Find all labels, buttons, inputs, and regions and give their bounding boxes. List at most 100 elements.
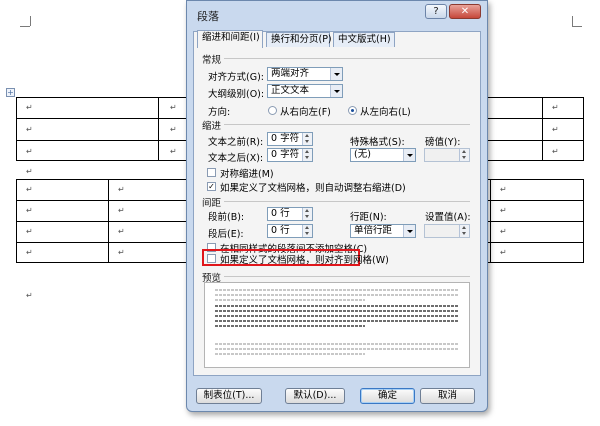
paragraph-mark: ↵ xyxy=(552,147,559,156)
cancel-button[interactable]: 取消 xyxy=(420,388,475,404)
default-button[interactable]: 默认(D)... xyxy=(285,388,345,404)
spin-arrows-icon[interactable] xyxy=(459,225,469,237)
outline-level-value: 正文文本 xyxy=(271,85,310,96)
space-before-value: 0 行 xyxy=(271,208,290,219)
ltr-radio[interactable] xyxy=(348,106,357,115)
line-spacing-label: 行距(N): xyxy=(350,212,387,223)
table-move-handle[interactable]: + xyxy=(6,88,15,97)
paragraph-mark: ↵ xyxy=(118,206,125,215)
alignment-select[interactable]: 两端对齐 xyxy=(267,67,343,81)
measure-spinner[interactable] xyxy=(424,148,470,162)
chevron-down-icon xyxy=(403,149,415,161)
checkmark-icon: ✓ xyxy=(208,182,215,191)
section-divider xyxy=(224,201,470,202)
paragraph-mark: ↵ xyxy=(26,147,33,156)
preview-text-line xyxy=(215,294,459,296)
direction-label: 方向: xyxy=(208,107,231,118)
preview-text-line xyxy=(215,320,459,322)
radio-selected-dot xyxy=(351,109,354,112)
snap-to-grid-checkbox[interactable] xyxy=(207,254,216,263)
ltr-label: 从左向右(L) xyxy=(360,107,411,118)
alignment-value: 两端对齐 xyxy=(271,68,310,79)
section-indentation: 缩进 xyxy=(202,121,222,132)
paragraph-mark: ↵ xyxy=(26,185,33,194)
paragraph-mark: ↵ xyxy=(26,125,33,134)
paragraph-mark: ↵ xyxy=(26,103,33,112)
special-format-value: (无) xyxy=(354,149,371,160)
preview-text-line xyxy=(215,310,459,312)
set-value-label: 设置值(A): xyxy=(425,212,471,223)
preview-text-line xyxy=(215,353,365,355)
section-spacing: 间距 xyxy=(202,198,222,209)
paragraph-mark: ↵ xyxy=(118,227,125,236)
tabs-button[interactable]: 制表位(T)... xyxy=(196,388,262,404)
paragraph-mark: ↵ xyxy=(500,227,507,236)
tab-asian-typography[interactable]: 中文版式(H) xyxy=(333,32,395,47)
chevron-down-icon xyxy=(330,85,342,97)
preview-text-line xyxy=(215,315,459,317)
margin-marker xyxy=(572,26,582,27)
paragraph-mark: ↵ xyxy=(26,248,33,257)
margin-marker xyxy=(572,16,573,26)
alignment-label: 对齐方式(G): xyxy=(208,72,264,83)
ok-button[interactable]: 确定 xyxy=(360,388,415,404)
auto-adjust-indent-label: 如果定义了文档网格，则自动调整右缩进(D) xyxy=(220,183,406,194)
preview-text-line xyxy=(215,305,459,307)
indent-before-spinner[interactable]: 0 字符 xyxy=(267,132,313,146)
rtl-radio[interactable] xyxy=(268,106,277,115)
spin-arrows-icon[interactable] xyxy=(302,149,312,161)
space-before-label: 段前(B): xyxy=(208,212,245,223)
indent-before-value: 0 字符 xyxy=(271,133,300,144)
measure-label: 磅值(Y): xyxy=(425,137,461,148)
paragraph-mark: ↵ xyxy=(500,185,507,194)
spin-arrows-icon[interactable] xyxy=(459,149,469,161)
outline-level-select[interactable]: 正文文本 xyxy=(267,84,343,98)
help-button[interactable]: ? xyxy=(425,4,447,19)
set-value-spinner[interactable] xyxy=(424,224,470,238)
paragraph-mark: ↵ xyxy=(552,103,559,112)
special-format-label: 特殊格式(S): xyxy=(350,137,405,148)
dialog-titlebar[interactable]: 段落 ? ✕ xyxy=(187,1,487,23)
paragraph-mark: ↵ xyxy=(170,125,177,134)
indent-after-value: 0 字符 xyxy=(271,149,300,160)
spin-arrows-icon[interactable] xyxy=(302,225,312,237)
dialog-title: 段落 xyxy=(197,10,219,23)
paragraph-mark: ↵ xyxy=(500,206,507,215)
chevron-down-icon xyxy=(403,225,415,237)
tab-line-page-breaks[interactable]: 换行和分页(P) xyxy=(266,32,332,47)
space-after-spinner[interactable]: 0 行 xyxy=(267,224,313,238)
rtl-label: 从右向左(F) xyxy=(280,107,331,118)
chevron-down-icon xyxy=(330,68,342,80)
preview-text-line xyxy=(215,343,459,345)
section-divider xyxy=(224,58,470,59)
paragraph-mark: ↵ xyxy=(26,206,33,215)
close-button[interactable]: ✕ xyxy=(449,4,481,19)
paragraph-mark: ↵ xyxy=(26,227,33,236)
spin-arrows-icon[interactable] xyxy=(302,133,312,145)
snap-to-grid-label: 如果定义了文档网格，则对齐到网格(W) xyxy=(220,255,389,266)
paragraph-mark: ↵ xyxy=(26,291,33,300)
tab-indent-spacing[interactable]: 缩进和间距(I) xyxy=(197,30,263,48)
preview-text-line xyxy=(215,348,459,350)
special-format-select[interactable]: (无) xyxy=(350,148,416,162)
space-after-value: 0 行 xyxy=(271,225,290,236)
margin-marker xyxy=(20,26,30,27)
indent-before-label: 文本之前(R): xyxy=(208,137,264,148)
indent-after-spinner[interactable]: 0 字符 xyxy=(267,148,313,162)
section-general: 常规 xyxy=(202,55,222,66)
outline-level-label: 大纲级别(O): xyxy=(208,89,265,100)
paragraph-mark: ↵ xyxy=(500,248,507,257)
preview-text-line xyxy=(215,299,365,301)
symmetric-indent-checkbox[interactable] xyxy=(207,168,216,177)
paragraph-mark: ↵ xyxy=(552,125,559,134)
auto-adjust-indent-checkbox[interactable]: ✓ xyxy=(207,182,216,191)
paragraph-mark: ↵ xyxy=(118,185,125,194)
paragraph-mark: ↵ xyxy=(170,147,177,156)
paragraph-mark: ↵ xyxy=(170,103,177,112)
line-spacing-select[interactable]: 单倍行距 xyxy=(350,224,416,238)
section-divider xyxy=(224,276,470,277)
spin-arrows-icon[interactable] xyxy=(302,208,312,220)
preview-text-line xyxy=(215,325,365,327)
preview-pane xyxy=(204,282,470,368)
space-before-spinner[interactable]: 0 行 xyxy=(267,207,313,221)
